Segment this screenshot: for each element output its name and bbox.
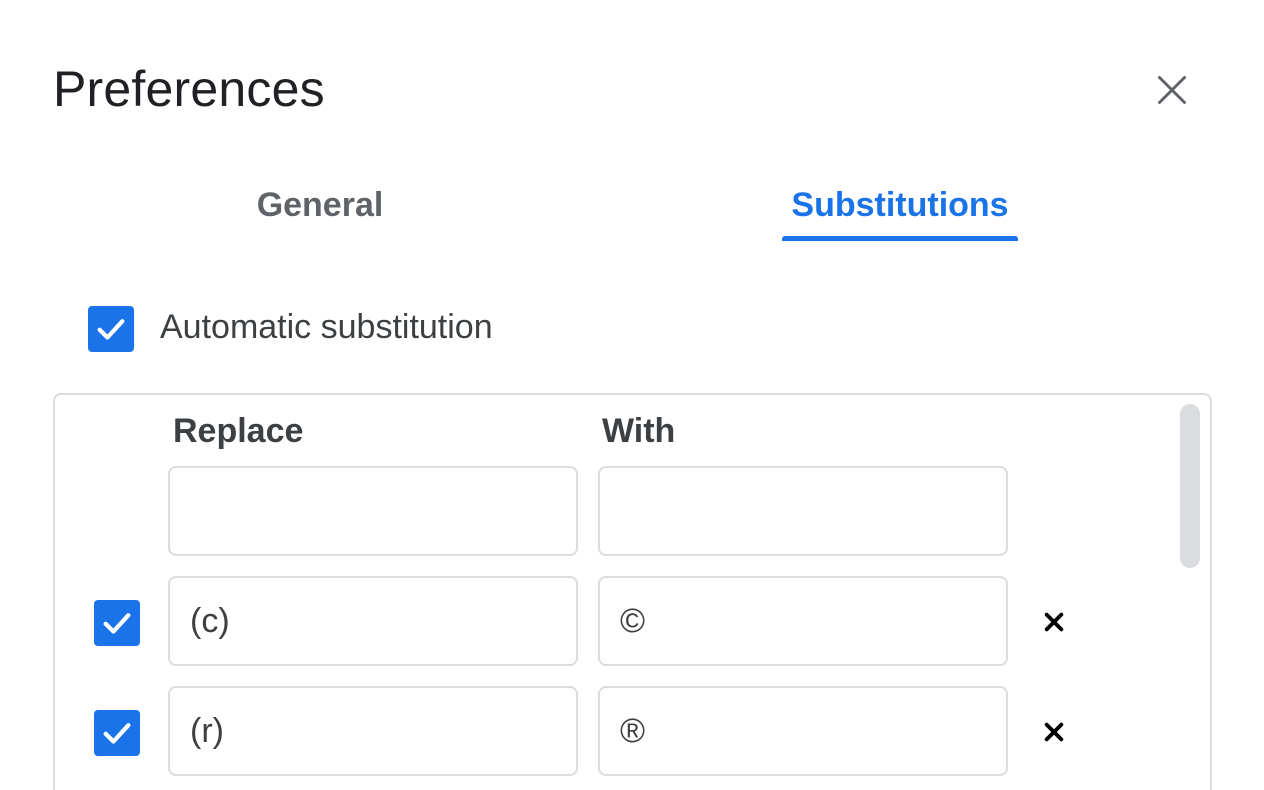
row-replace-input[interactable] <box>168 576 578 666</box>
active-tab-indicator <box>782 236 1018 241</box>
row-with-input[interactable] <box>598 576 1008 666</box>
column-header-replace: Replace <box>173 412 304 450</box>
row-enabled-checkbox[interactable] <box>94 710 140 756</box>
delete-row-button[interactable] <box>1034 712 1074 752</box>
row-with-input[interactable] <box>598 686 1008 776</box>
tab-general[interactable]: General <box>200 186 440 242</box>
row-enabled-checkbox[interactable] <box>94 600 140 646</box>
checkmark-icon <box>97 319 125 340</box>
delete-row-button[interactable] <box>1034 602 1074 642</box>
dialog-title: Preferences <box>53 61 325 117</box>
automatic-substitution-label: Automatic substitution <box>160 308 493 346</box>
preferences-dialog: Preferences General Substitutions Automa… <box>0 0 1264 790</box>
new-replace-input[interactable] <box>168 466 578 556</box>
new-with-input[interactable] <box>598 466 1008 556</box>
close-button[interactable] <box>1146 64 1198 116</box>
delete-x-icon <box>1044 722 1064 742</box>
delete-x-icon <box>1044 612 1064 632</box>
table-scrollbar-thumb[interactable] <box>1180 404 1200 568</box>
checkmark-icon <box>103 723 131 744</box>
column-header-with: With <box>602 412 676 450</box>
checkmark-icon <box>103 613 131 634</box>
automatic-substitution-checkbox[interactable] <box>88 306 134 352</box>
tab-substitutions[interactable]: Substitutions <box>782 186 1018 242</box>
row-replace-input[interactable] <box>168 686 578 776</box>
close-icon <box>1158 76 1186 104</box>
